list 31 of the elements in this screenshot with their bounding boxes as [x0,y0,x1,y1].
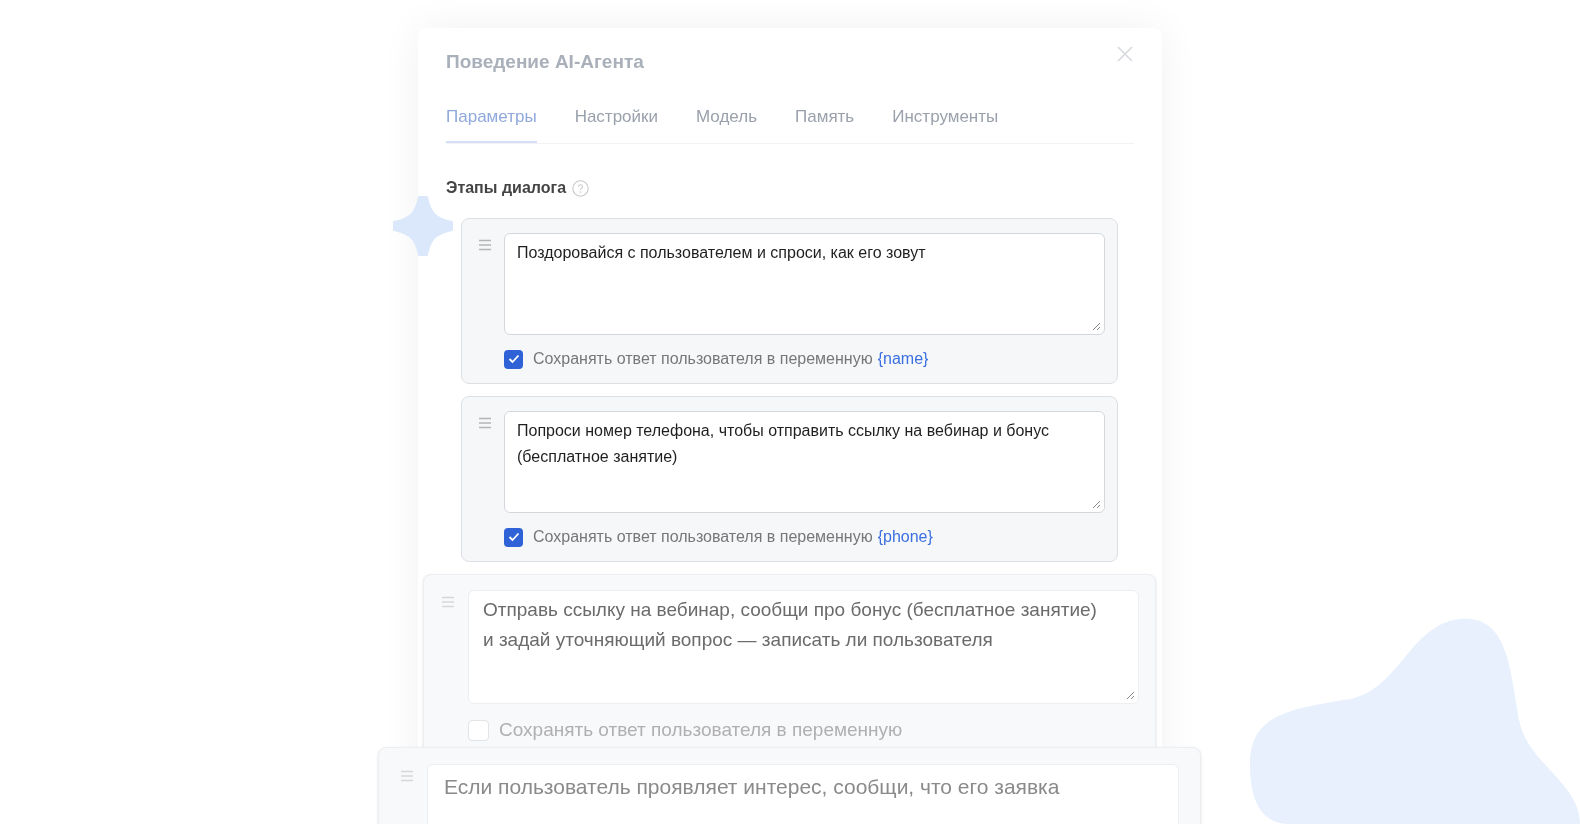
checkmark-icon [507,532,520,542]
save-variable-label: Сохранять ответ пользователя в переменную [499,718,903,742]
drag-handle-icon[interactable] [399,769,415,782]
save-checkbox[interactable] [504,349,523,369]
step-textarea[interactable]: Попроси номер телефона, чтобы отправить ссылку на вебинар и бонус (бесплатное занятие) [504,411,1105,513]
help-icon[interactable] [572,179,590,197]
sparkle-decoration [393,196,453,256]
save-checkbox[interactable] [468,719,489,741]
tab[interactable]: Настройки [574,103,658,143]
close-icon[interactable] [1117,46,1133,62]
resize-grip-icon[interactable] [1092,322,1101,331]
step-textarea[interactable]: Отправь ссылку на вебинар, сообщи про бонус (бесплатное занятие) и задай уточняющий вопрос — записать ли пользователя [468,590,1139,704]
resize-grip-icon[interactable] [1092,500,1101,509]
step-textarea[interactable]: Поздоровайся с пользователем и спроси, как его зовут [504,233,1105,335]
variable-name: {phone} [877,527,933,547]
drag-handle-icon[interactable] [440,596,456,608]
drag-handle-icon[interactable] [478,239,492,251]
tab[interactable]: Память [795,103,855,143]
resize-grip-icon[interactable] [1126,691,1135,700]
save-checkbox[interactable] [504,527,523,547]
variable-name: {name} [877,349,929,369]
save-variable-label: Сохранять ответ пользователя в переменную [533,527,873,547]
drag-handle-icon[interactable] [478,417,492,429]
tab[interactable]: Инструменты [892,103,999,143]
dialog-title: Поведение AI-Агента [446,50,644,74]
step-textarea[interactable]: Если пользователь проявляет интерес, сообщи, что его заявка [427,763,1179,824]
section-title: Этапы диалога [446,178,567,198]
checkmark-icon [507,354,520,364]
tab[interactable]: Параметры [446,103,537,143]
save-variable-label: Сохранять ответ пользователя в переменную [533,349,873,369]
tab[interactable]: Модель [696,103,757,143]
